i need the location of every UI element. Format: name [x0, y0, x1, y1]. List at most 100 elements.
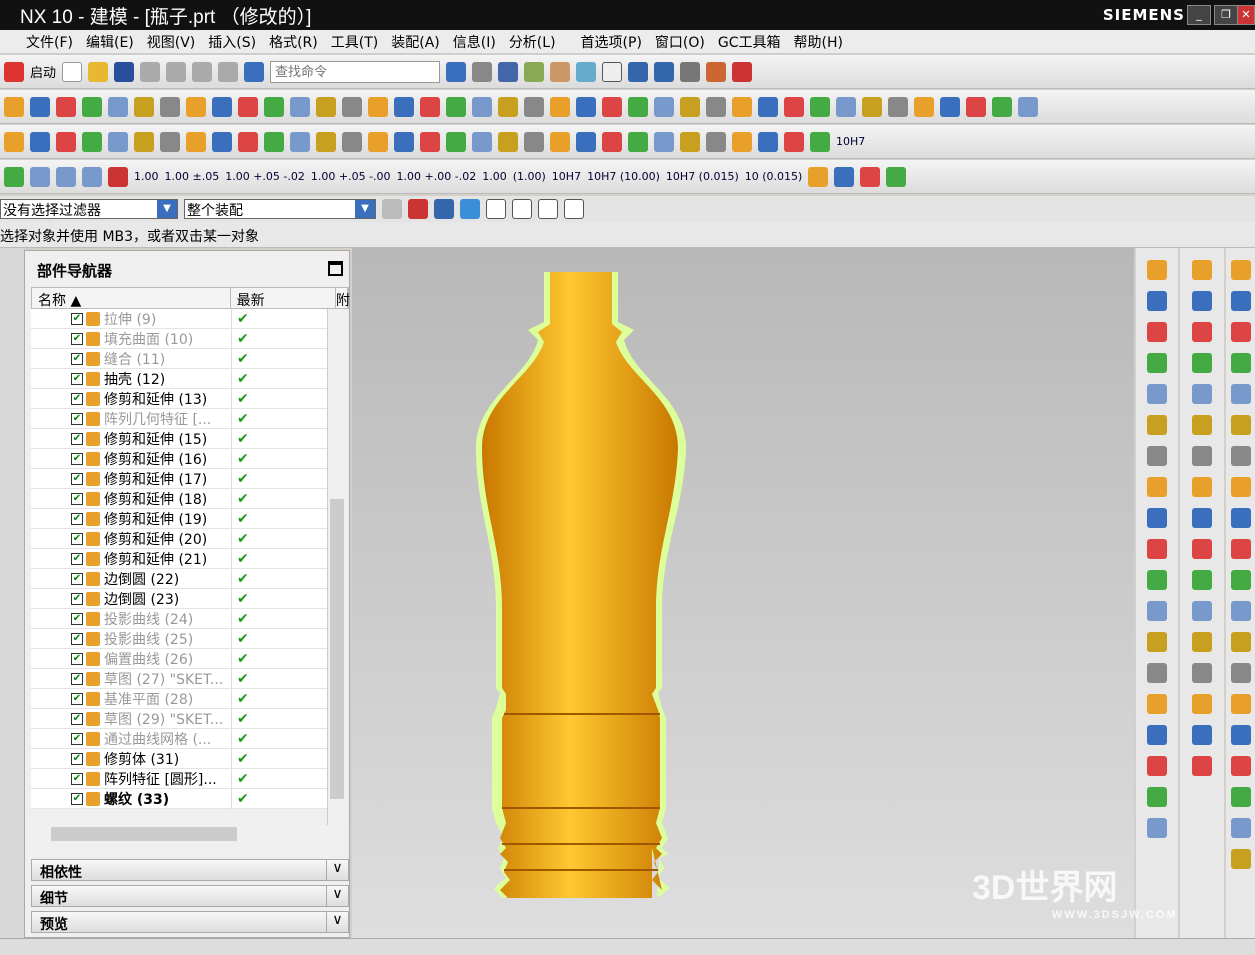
annotation-icon[interactable]: [834, 166, 855, 187]
checkbox[interactable]: ✔: [71, 552, 83, 565]
sync-modeling-icon[interactable]: [1192, 415, 1212, 435]
checkbox[interactable]: ✔: [71, 372, 83, 385]
feature-icon[interactable]: [238, 96, 258, 117]
feature-row[interactable]: ✔ 修剪和延伸 (18) ✔: [31, 489, 327, 509]
analysis-icon[interactable]: [732, 61, 753, 82]
feature-icon[interactable]: [134, 96, 154, 117]
dimension-style-button[interactable]: 10H7 (0.015): [666, 170, 739, 183]
feature-row[interactable]: ✔ 边倒圆 (23) ✔: [31, 589, 327, 609]
feature-icon[interactable]: [394, 96, 414, 117]
feature-icon[interactable]: [420, 96, 440, 117]
feature-row[interactable]: ✔ 抽壳 (12) ✔: [31, 369, 327, 389]
curve-icon[interactable]: [1147, 322, 1167, 342]
feature-icon[interactable]: [680, 96, 700, 117]
sync-modeling-icon[interactable]: [1192, 260, 1212, 280]
surface-icon[interactable]: [472, 131, 492, 152]
curve-icon[interactable]: [1147, 663, 1167, 683]
dimension-style-button[interactable]: 1.00: [134, 170, 159, 183]
surface-op-icon[interactable]: [1230, 787, 1251, 807]
weld-icon[interactable]: [82, 166, 102, 187]
vertical-scrollbar[interactable]: [327, 309, 345, 825]
dimension-style-button[interactable]: 1.00 +.05 -.00: [311, 170, 391, 183]
feature-row[interactable]: ✔ 填充曲面 (10) ✔: [31, 329, 327, 349]
sync-modeling-icon[interactable]: [1192, 570, 1212, 590]
surface-op-icon[interactable]: [1230, 663, 1251, 683]
curve-icon[interactable]: [1147, 787, 1167, 807]
feature-icon[interactable]: [836, 96, 856, 117]
menu-item[interactable]: 分析(L): [509, 32, 556, 52]
surface-icon[interactable]: [238, 131, 258, 152]
feature-icon[interactable]: [784, 96, 804, 117]
annotation-icon[interactable]: [808, 166, 829, 187]
surface-icon[interactable]: [212, 131, 232, 152]
feature-row[interactable]: ✔ 偏置曲线 (26) ✔: [31, 649, 327, 669]
surface-op-icon[interactable]: [1230, 601, 1251, 621]
parts-list-icon[interactable]: [56, 166, 76, 187]
feature-icon[interactable]: [732, 96, 752, 117]
feature-icon[interactable]: [498, 96, 518, 117]
checkbox[interactable]: ✔: [71, 732, 83, 745]
checkbox[interactable]: ✔: [71, 332, 83, 345]
feature-icon[interactable]: [186, 96, 206, 117]
surface-icon[interactable]: [524, 131, 544, 152]
annotation-icon[interactable]: [886, 166, 907, 187]
curve-icon[interactable]: [1147, 260, 1167, 280]
paste-icon[interactable]: [192, 61, 213, 82]
surface-icon[interactable]: [654, 131, 674, 152]
orient-icon[interactable]: [654, 61, 675, 82]
feature-icon[interactable]: [654, 96, 674, 117]
feature-row[interactable]: ✔ 修剪和延伸 (13) ✔: [31, 389, 327, 409]
menu-item[interactable]: 帮助(H): [794, 32, 843, 52]
surface-icon[interactable]: [264, 131, 284, 152]
feature-icon[interactable]: [82, 96, 102, 117]
curve-icon[interactable]: [1147, 601, 1167, 621]
surface-icon[interactable]: [576, 131, 596, 152]
surface-icon[interactable]: [628, 131, 648, 152]
feature-row[interactable]: ✔ 阵列几何特征 [... ✔: [31, 409, 327, 429]
surface-icon[interactable]: [316, 131, 336, 152]
feature-icon[interactable]: [966, 96, 986, 117]
checkbox[interactable]: ✔: [71, 652, 83, 665]
feature-icon[interactable]: [30, 96, 50, 117]
feature-row[interactable]: ✔ 阵列特征 [圆形]... ✔: [31, 769, 327, 789]
view-cube-icon[interactable]: [460, 199, 480, 219]
sync-modeling-icon[interactable]: [1192, 694, 1212, 714]
curve-icon[interactable]: [1147, 291, 1167, 311]
menu-item[interactable]: 信息(I): [453, 32, 496, 52]
feature-icon[interactable]: [342, 96, 362, 117]
checkbox[interactable]: ✔: [71, 772, 83, 785]
surface-icon[interactable]: [758, 131, 778, 152]
menu-item[interactable]: 插入(S): [208, 32, 256, 52]
dimension-style-button[interactable]: 1.00 +.05 -.02: [225, 170, 305, 183]
check-icon[interactable]: [4, 166, 24, 187]
horizontal-scrollbar[interactable]: [31, 825, 327, 843]
feature-icon[interactable]: [602, 96, 622, 117]
surface-icon[interactable]: [30, 131, 50, 152]
checkbox[interactable]: ✔: [71, 672, 83, 685]
feature-row[interactable]: ✔ 修剪和延伸 (15) ✔: [31, 429, 327, 449]
sync-modeling-icon[interactable]: [1192, 725, 1212, 745]
copy-icon[interactable]: [166, 61, 187, 82]
panel-preview[interactable]: 预览 ∨: [31, 911, 349, 933]
layout-icon[interactable]: [680, 61, 701, 82]
checkbox[interactable]: ✔: [71, 752, 83, 765]
menu-item[interactable]: 格式(R): [269, 32, 318, 52]
curve-icon[interactable]: [1147, 508, 1167, 528]
open-icon[interactable]: [88, 61, 109, 82]
feature-row[interactable]: ✔ 修剪和延伸 (16) ✔: [31, 449, 327, 469]
checkbox[interactable]: ✔: [71, 452, 83, 465]
curve-icon[interactable]: [1147, 756, 1167, 776]
feature-row[interactable]: ✔ 拉伸 (9) ✔: [31, 309, 327, 329]
column-name[interactable]: 名称 ▲: [32, 288, 231, 309]
curve-icon[interactable]: [1147, 694, 1167, 714]
surface-icon[interactable]: [602, 131, 622, 152]
midpoint-icon[interactable]: [512, 199, 532, 219]
feature-icon[interactable]: [888, 96, 908, 117]
start-menu[interactable]: 启动: [30, 62, 56, 81]
surface-icon[interactable]: [810, 131, 830, 152]
feature-icon[interactable]: [290, 96, 310, 117]
checkbox[interactable]: ✔: [71, 472, 83, 485]
surface-icon[interactable]: [134, 131, 154, 152]
menu-item[interactable]: 工具(T): [331, 32, 378, 52]
feature-row[interactable]: ✔ 边倒圆 (22) ✔: [31, 569, 327, 589]
